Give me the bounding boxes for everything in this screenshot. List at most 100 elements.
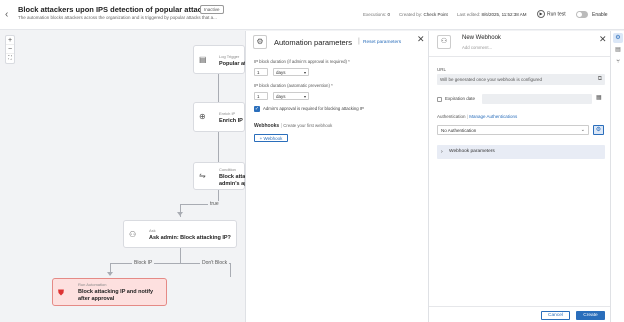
created-by-value: Check Point bbox=[423, 12, 448, 17]
page-title: Block attackers upon IPS detection of po… bbox=[18, 5, 211, 14]
chevron-right-icon: › bbox=[441, 149, 443, 155]
approval-checkbox[interactable]: ✓ bbox=[254, 106, 260, 112]
header-bar: ‹ Block attackers upon IPS detection of … bbox=[0, 0, 624, 30]
arrow-head bbox=[107, 272, 113, 276]
node-condition[interactable]: ⇋ Condition Block attack admin's app bbox=[193, 162, 251, 190]
node-type-label: Enrich IP bbox=[219, 111, 236, 116]
webhook-comment-input[interactable]: Add comment... bbox=[462, 45, 492, 50]
field1-unit-value: days bbox=[276, 70, 286, 75]
connector-line bbox=[180, 248, 181, 263]
log-icon: ▤ bbox=[199, 55, 207, 64]
node-enrich-ip[interactable]: ⊕ Enrich IP Enrich IP bbox=[193, 102, 245, 132]
settings-icon: ⚙ bbox=[253, 35, 267, 49]
webhooks-title: Webhooks bbox=[254, 123, 280, 129]
chevron-down-icon: ▾ bbox=[303, 70, 306, 75]
node-type-label: Ask bbox=[149, 228, 156, 233]
connector-line bbox=[218, 74, 219, 102]
field2-label: IP block duration (automatic prevention)… bbox=[254, 83, 333, 88]
run-test-button[interactable]: ▶ Run test bbox=[537, 10, 566, 18]
new-webhook-panel: ⚇ New Webhook Add comment... ✕ URL Will … bbox=[428, 31, 611, 322]
field1-label: IP block duration (if admin's approval i… bbox=[254, 59, 350, 64]
edge-label-dont-block: Don't Block bbox=[200, 260, 230, 266]
last-edited-meta: Last edited: 8/6/2025, 11:52:38 AM bbox=[457, 12, 527, 17]
workflow-canvas[interactable]: + − ⛶ true Block IP Don't Block ▤ Log Tr… bbox=[0, 31, 251, 322]
connector-line bbox=[230, 263, 231, 277]
log-icon[interactable]: ▤ bbox=[613, 45, 623, 55]
node-ask-admin[interactable]: ⚇ Ask Ask admin: Block attacking IP? bbox=[123, 220, 237, 248]
panel-title: Automation parameters bbox=[274, 38, 352, 47]
webhook-icon: ⚇ bbox=[437, 35, 451, 49]
edge-label-block-ip: Block IP bbox=[132, 260, 155, 266]
connector-line bbox=[218, 132, 219, 162]
field2-input[interactable]: 1 bbox=[254, 92, 268, 100]
node-run-automation[interactable]: ⛊ Run Automation Block attacking IP and … bbox=[52, 278, 167, 306]
created-by-label: Created by: bbox=[399, 12, 423, 17]
back-icon[interactable]: ‹ bbox=[5, 9, 8, 20]
node-type-label: Run Automation bbox=[78, 282, 107, 287]
last-edited-label: Last edited: bbox=[457, 12, 481, 17]
webhook-title[interactable]: New Webhook bbox=[462, 35, 501, 41]
side-toolbar: ⚙ ▤ ⑂ bbox=[610, 31, 624, 322]
node-name: Popular att bbox=[219, 61, 248, 67]
enrich-icon: ⊕ bbox=[199, 112, 206, 121]
condition-icon: ⇋ bbox=[199, 171, 206, 180]
zoom-controls: + − ⛶ bbox=[5, 35, 15, 64]
branch-icon[interactable]: ⑂ bbox=[613, 57, 623, 67]
zoom-out-button[interactable]: − bbox=[6, 45, 14, 54]
play-icon: ▶ bbox=[537, 10, 545, 18]
webhooks-subtitle: Create your first webhook bbox=[283, 123, 333, 128]
webhook-parameters-label: Webhook parameters bbox=[449, 149, 495, 154]
field1-input[interactable]: 1 bbox=[254, 68, 268, 76]
enable-label: Enable bbox=[592, 12, 608, 18]
page-description: The automation blocks attackers across t… bbox=[18, 15, 217, 20]
executions-value: 0 bbox=[387, 12, 391, 17]
url-label: URL bbox=[437, 67, 447, 72]
close-icon[interactable]: ✕ bbox=[599, 34, 607, 45]
node-name: Enrich IP bbox=[219, 118, 243, 124]
manage-authentications-link[interactable]: Manage Authentications bbox=[469, 114, 517, 119]
field1-unit-select[interactable]: days ▾ bbox=[273, 68, 309, 76]
last-edited-value: 8/6/2025, 11:52:38 AM bbox=[481, 12, 527, 17]
webhooks-header: Webhooks | Create your first webhook bbox=[254, 123, 333, 129]
divider bbox=[429, 56, 611, 57]
settings-icon[interactable]: ⚙ bbox=[613, 33, 623, 43]
gear-icon[interactable]: ⚙ bbox=[593, 125, 604, 135]
created-by-meta: Created by: Check Point bbox=[399, 12, 448, 17]
arrow-head bbox=[177, 212, 183, 216]
cancel-button[interactable]: Cancel bbox=[541, 311, 570, 320]
authentication-select[interactable]: No Authentication ⌄ bbox=[437, 125, 589, 135]
expiration-checkbox[interactable] bbox=[437, 97, 442, 102]
chevron-down-icon: ⌄ bbox=[580, 127, 585, 133]
reset-parameters-link[interactable]: Reset parameters bbox=[363, 40, 401, 45]
node-name: Ask admin: Block attacking IP? bbox=[149, 235, 231, 241]
expiration-date-input[interactable] bbox=[482, 94, 592, 104]
executions-meta: Executions: 0 bbox=[363, 12, 390, 17]
authentication-header: Authentication | Manage Authentications bbox=[437, 114, 518, 119]
status-badge: Inactive bbox=[200, 5, 224, 14]
title-separator: | bbox=[358, 38, 360, 45]
copy-icon[interactable]: ⧉ bbox=[598, 74, 602, 85]
close-icon[interactable]: ✕ bbox=[417, 34, 425, 45]
enable-toggle[interactable] bbox=[576, 11, 588, 18]
field2-unit-select[interactable]: days ▾ bbox=[273, 92, 309, 100]
node-type-label: Condition bbox=[219, 167, 236, 172]
field2-unit-value: days bbox=[276, 94, 286, 99]
add-webhook-button[interactable]: + Webhook bbox=[254, 134, 288, 142]
automation-parameters-panel: ⚙ Automation parameters | Reset paramete… bbox=[245, 31, 428, 322]
url-field: Will be generated once your webhook is c… bbox=[437, 74, 605, 85]
authentication-value: No Authentication bbox=[441, 128, 477, 133]
fit-view-button[interactable]: ⛶ bbox=[6, 54, 14, 63]
panel-footer: Cancel Create bbox=[429, 306, 611, 322]
url-placeholder: Will be generated once your webhook is c… bbox=[440, 77, 543, 82]
node-log-trigger[interactable]: ▤ Log Trigger Popular att bbox=[193, 45, 248, 74]
edge-label-true: true bbox=[208, 201, 221, 207]
node-name-line2: after approval bbox=[78, 296, 115, 302]
webhook-parameters-expander[interactable]: › Webhook parameters bbox=[437, 145, 605, 159]
approval-label: Admin's approval is required for blockin… bbox=[263, 106, 364, 111]
create-button[interactable]: Create bbox=[576, 311, 605, 320]
node-name: Block attacking IP and notify bbox=[78, 289, 154, 295]
authentication-label: Authentication bbox=[437, 114, 466, 119]
calendar-icon[interactable]: ▦ bbox=[596, 94, 602, 101]
expiration-label: Expiration date bbox=[445, 96, 476, 101]
zoom-in-button[interactable]: + bbox=[6, 36, 14, 45]
